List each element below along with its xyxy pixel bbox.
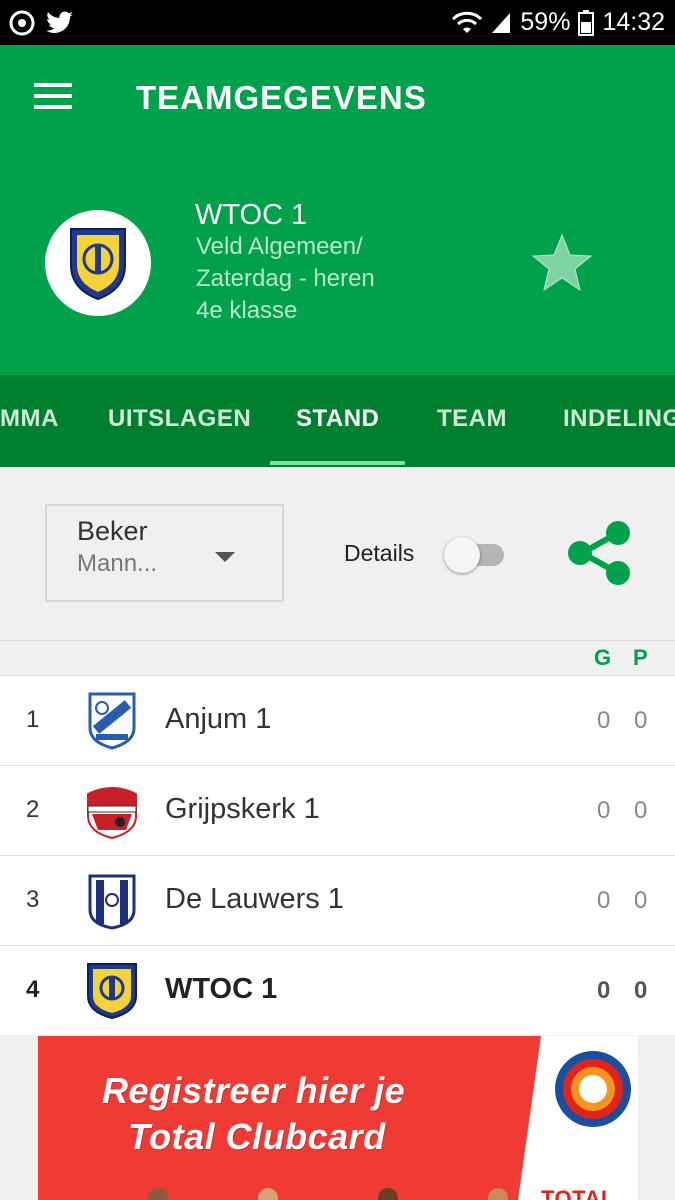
page-title: TEAMGEGEVENS (136, 79, 427, 116)
club-logo-icon (88, 692, 136, 750)
details-toggle[interactable] (444, 534, 504, 574)
chevron-down-icon (215, 552, 235, 562)
standings-list: 1 Anjum 1 0 0 2 Grijpskerk 1 0 0 3 De La… (0, 675, 675, 1035)
row-points: 0 (634, 977, 648, 1004)
menu-icon-line (34, 105, 72, 109)
team-sub-line: 4e klasse (196, 297, 298, 324)
team-competition: Veld Algemeen/ Zaterdag - heren 4e klass… (196, 231, 456, 327)
row-games: 0 (597, 977, 611, 1004)
ad-banner[interactable]: Registreer hier je Total Clubcard TOTAL (38, 1036, 638, 1200)
menu-icon-line (34, 94, 72, 98)
ad-people-image (148, 1188, 508, 1200)
club-logo-icon (88, 874, 136, 930)
star-icon (531, 233, 593, 292)
share-button[interactable] (564, 517, 636, 589)
row-games: 0 (597, 797, 611, 824)
total-logo-icon (555, 1051, 631, 1127)
select-subvalue: Mann... (77, 550, 158, 577)
row-team-name: Anjum 1 (165, 703, 272, 735)
status-bar: 59% 14:32 (0, 0, 675, 45)
team-name: WTOC 1 (195, 199, 308, 231)
table-row[interactable]: 1 Anjum 1 0 0 (0, 675, 675, 765)
tab-uitslagen[interactable]: UITSLAGEN (108, 405, 251, 433)
row-team-name: De Lauwers 1 (165, 883, 344, 915)
header-points: P (633, 645, 648, 670)
details-label: Details (344, 540, 415, 566)
filter-bar: Beker Mann... Details (0, 467, 675, 640)
club-logo-icon (87, 963, 137, 1020)
header-games: G (594, 645, 612, 670)
competition-select[interactable]: Beker Mann... (45, 504, 284, 602)
select-value: Beker (77, 516, 148, 546)
twitter-icon (46, 11, 73, 34)
team-header: TEAMGEGEVENS WTOC 1 Veld Algemeen/ Zater… (0, 45, 675, 375)
menu-button[interactable] (34, 83, 72, 111)
status-left (8, 9, 74, 37)
wifi-icon (452, 11, 483, 33)
ad-brand: TOTAL (541, 1186, 615, 1200)
row-points: 0 (634, 797, 648, 824)
active-tab-indicator (270, 461, 405, 465)
notification-icon (9, 10, 35, 36)
clock: 14:32 (602, 8, 665, 36)
status-right: 59% 14:32 (452, 8, 665, 37)
row-position: 1 (26, 706, 40, 733)
tab-bar: MMA UITSLAGEN STAND TEAM INDELING (0, 375, 675, 467)
row-position: 4 (26, 976, 40, 1003)
tab-stand[interactable]: STAND (296, 405, 379, 433)
row-team-name: Grijpskerk 1 (165, 793, 320, 825)
favorite-button[interactable] (530, 231, 594, 295)
menu-icon (34, 83, 72, 87)
tab-team[interactable]: TEAM (437, 405, 507, 433)
toggle-knob (444, 537, 480, 573)
row-position: 3 (26, 886, 40, 913)
team-sub-line: Veld Algemeen/ (196, 233, 363, 260)
tab-indeling[interactable]: INDELING (563, 405, 675, 433)
row-games: 0 (597, 707, 611, 734)
club-crest-icon (70, 228, 126, 301)
row-points: 0 (634, 887, 648, 914)
team-sub-line: Zaterdag - heren (196, 265, 375, 292)
team-logo (45, 210, 151, 316)
share-icon (568, 521, 630, 585)
ad-headline-2: Total Clubcard (128, 1116, 386, 1157)
club-logo-icon (87, 787, 137, 840)
row-team-name: WTOC 1 (165, 973, 278, 1005)
standings-header: G P (0, 640, 675, 675)
battery-icon (578, 9, 595, 36)
row-points: 0 (634, 707, 648, 734)
table-row[interactable]: 4 WTOC 1 0 0 (0, 945, 675, 1035)
table-row[interactable]: 2 Grijpskerk 1 0 0 (0, 765, 675, 855)
table-row[interactable]: 3 De Lauwers 1 0 0 (0, 855, 675, 945)
row-games: 0 (597, 887, 611, 914)
row-position: 2 (26, 796, 40, 823)
signal-icon (492, 12, 511, 33)
battery-percent: 59% (520, 8, 571, 36)
tab-programma[interactable]: MMA (0, 405, 59, 433)
ad-headline: Registreer hier je (102, 1070, 406, 1111)
